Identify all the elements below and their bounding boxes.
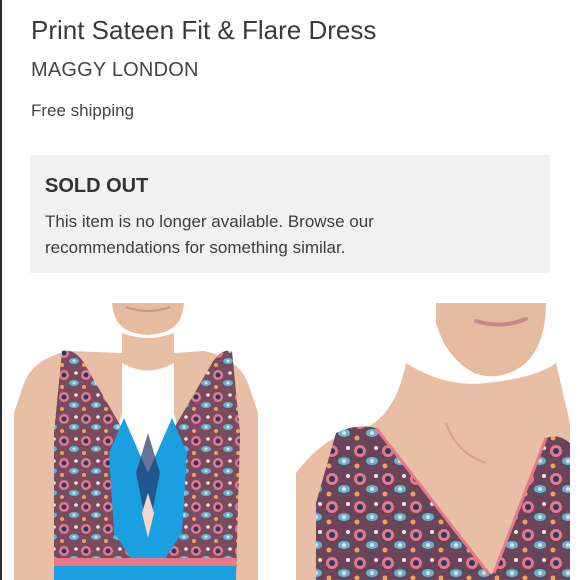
shipping-info: Free shipping: [31, 101, 135, 120]
sold-out-message: This item is no longer available. Browse…: [45, 212, 374, 257]
product-title: Print Sateen Fit & Flare Dress: [31, 15, 377, 45]
brand-link[interactable]: MAGGY LONDON: [31, 57, 199, 83]
dress-front-illustration: [14, 303, 258, 580]
left-border-line: [0, 0, 2, 580]
dress-closeup-illustration: [296, 303, 570, 580]
product-image-closeup[interactable]: [296, 303, 570, 580]
sold-out-panel: SOLD OUT This item is no longer availabl…: [30, 155, 550, 273]
sold-out-heading: SOLD OUT: [45, 175, 149, 197]
product-image-front[interactable]: [14, 303, 258, 580]
